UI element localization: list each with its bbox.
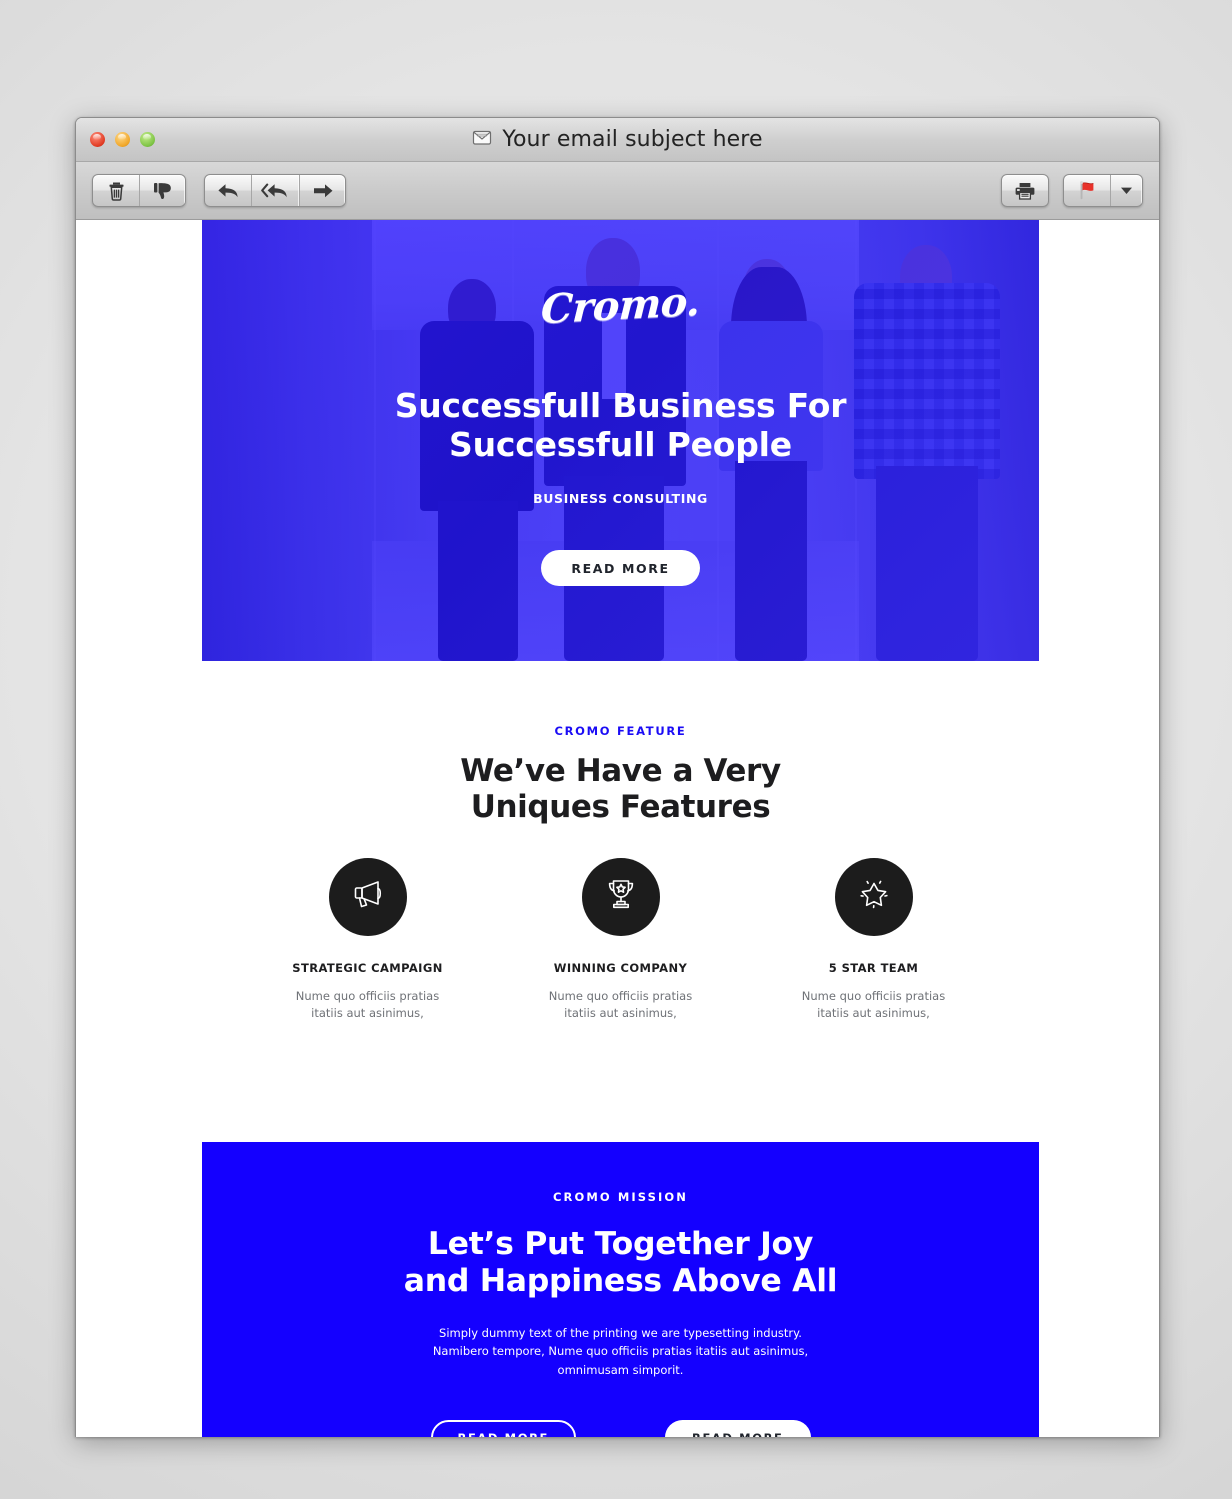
reply-all-arrow-icon: [261, 181, 290, 201]
feature-title: 5 STAR TEAM: [828, 960, 919, 975]
mission-read-more-solid-button[interactable]: READ MORE: [665, 1419, 811, 1437]
features-section: CROMO FEATURE We’ve Have a Very Uniques …: [202, 661, 1039, 1023]
maximize-window-button[interactable]: [140, 132, 155, 147]
feature-text-line1: Nume quo officiis pratias: [295, 988, 440, 1003]
mission-eyebrow: CROMO MISSION: [552, 1190, 689, 1204]
star-icon: [854, 874, 894, 919]
trash-icon: [108, 181, 125, 201]
mission-heading: Let’s Put Together Joy and Happiness Abo…: [202, 1226, 1039, 1300]
mission-text: Simply dummy text of the printing we are…: [202, 1324, 1039, 1380]
feature-title: WINNING COMPANY: [553, 960, 688, 975]
feature-text-line1: Nume quo officiis pratias: [801, 988, 946, 1003]
features-heading: We’ve Have a Very Uniques Features: [202, 753, 1039, 826]
mission-text-line3: omnimusam simporit.: [557, 1362, 684, 1377]
reply-all-button[interactable]: [251, 175, 299, 206]
feature-text-line2: itatiis aut asinimus,: [817, 1006, 930, 1021]
window-title-group: Your email subject here: [76, 118, 1159, 161]
hero-heading: Successfull Business For Successfull Peo…: [394, 386, 847, 465]
features-heading-line2: Uniques Features: [470, 789, 771, 826]
flag-button[interactable]: [1064, 175, 1110, 206]
mail-toolbar: [76, 162, 1159, 220]
forward-button[interactable]: [299, 175, 345, 206]
delete-junk-group: [92, 174, 186, 207]
window-controls: [90, 132, 155, 147]
minimize-window-button[interactable]: [115, 132, 130, 147]
print-group: [1001, 174, 1049, 207]
mission-read-more-outline-button[interactable]: READ MORE: [430, 1419, 576, 1437]
feature-text-line1: Nume quo officiis pratias: [548, 988, 693, 1003]
mission-buttons: READ MORE READ MORE: [202, 1419, 1039, 1437]
thumbs-down-icon: [153, 181, 173, 201]
feature-icon-badge: [328, 857, 407, 936]
flag-group: [1063, 174, 1143, 207]
features-eyebrow: CROMO FEATURE: [554, 724, 687, 738]
cromo-logo: Cromo.: [539, 277, 702, 334]
features-list: STRATEGIC CAMPAIGN Nume quo officiis pra…: [202, 857, 1039, 1024]
window-titlebar[interactable]: Your email subject here: [76, 118, 1159, 162]
red-flag-icon: [1075, 180, 1099, 202]
print-button[interactable]: [1002, 175, 1048, 206]
feature-text-line2: itatiis aut asinimus,: [311, 1006, 424, 1021]
hero-subtitle: BUSINESS CONSULTING: [533, 490, 708, 506]
hero-heading-line1: Successfull Business For: [394, 386, 847, 425]
printer-icon: [1014, 181, 1036, 201]
envelope-icon: [472, 128, 492, 151]
trophy-icon: [601, 874, 641, 919]
feature-item[interactable]: STRATEGIC CAMPAIGN Nume quo officiis pra…: [278, 857, 458, 1024]
forward-arrow-icon: [312, 181, 334, 201]
reply-arrow-icon: [216, 181, 240, 201]
mission-text-line1: Simply dummy text of the printing we are…: [439, 1325, 802, 1340]
megaphone-icon: [348, 874, 388, 919]
chevron-down-icon: [1120, 186, 1133, 195]
reply-forward-group: [204, 174, 346, 207]
mission-heading-line1: Let’s Put Together Joy: [427, 1226, 814, 1262]
hero-section: Cromo. Successfull Business For Successf…: [202, 220, 1039, 661]
features-heading-line1: We’ve Have a Very: [460, 753, 781, 789]
reply-button[interactable]: [205, 175, 251, 206]
window-title: Your email subject here: [502, 127, 763, 152]
email-content: Cromo. Successfull Business For Successf…: [76, 220, 1159, 1437]
feature-title: STRATEGIC CAMPAIGN: [292, 960, 443, 975]
feature-text: Nume quo officiis pratias itatiis aut as…: [784, 988, 964, 1024]
feature-text-line2: itatiis aut asinimus,: [564, 1006, 677, 1021]
delete-button[interactable]: [93, 175, 139, 206]
mail-message-window: Your email subject here Cromo. Successfu…: [75, 117, 1160, 1437]
feature-text: Nume quo officiis pratias itatiis aut as…: [531, 988, 711, 1024]
close-window-button[interactable]: [90, 132, 105, 147]
hero-heading-line2: Successfull People: [449, 424, 792, 464]
mission-text-line2: Namibero tempore, Nume quo officiis prat…: [432, 1344, 809, 1359]
junk-button[interactable]: [139, 175, 185, 206]
hero-read-more-button[interactable]: READ MORE: [541, 549, 700, 586]
feature-icon-badge: [834, 857, 913, 936]
mission-heading-line2: and Happiness Above All: [403, 1262, 838, 1299]
feature-item[interactable]: 5 STAR TEAM Nume quo officiis pratias it…: [784, 857, 964, 1024]
feature-text: Nume quo officiis pratias itatiis aut as…: [278, 988, 458, 1024]
hero-content: Cromo. Successfull Business For Successf…: [202, 220, 1039, 661]
flag-menu-button[interactable]: [1110, 175, 1142, 206]
mission-section: CROMO MISSION Let’s Put Together Joy and…: [202, 1142, 1039, 1437]
feature-item[interactable]: WINNING COMPANY Nume quo officiis pratia…: [531, 857, 711, 1024]
feature-icon-badge: [581, 857, 660, 936]
